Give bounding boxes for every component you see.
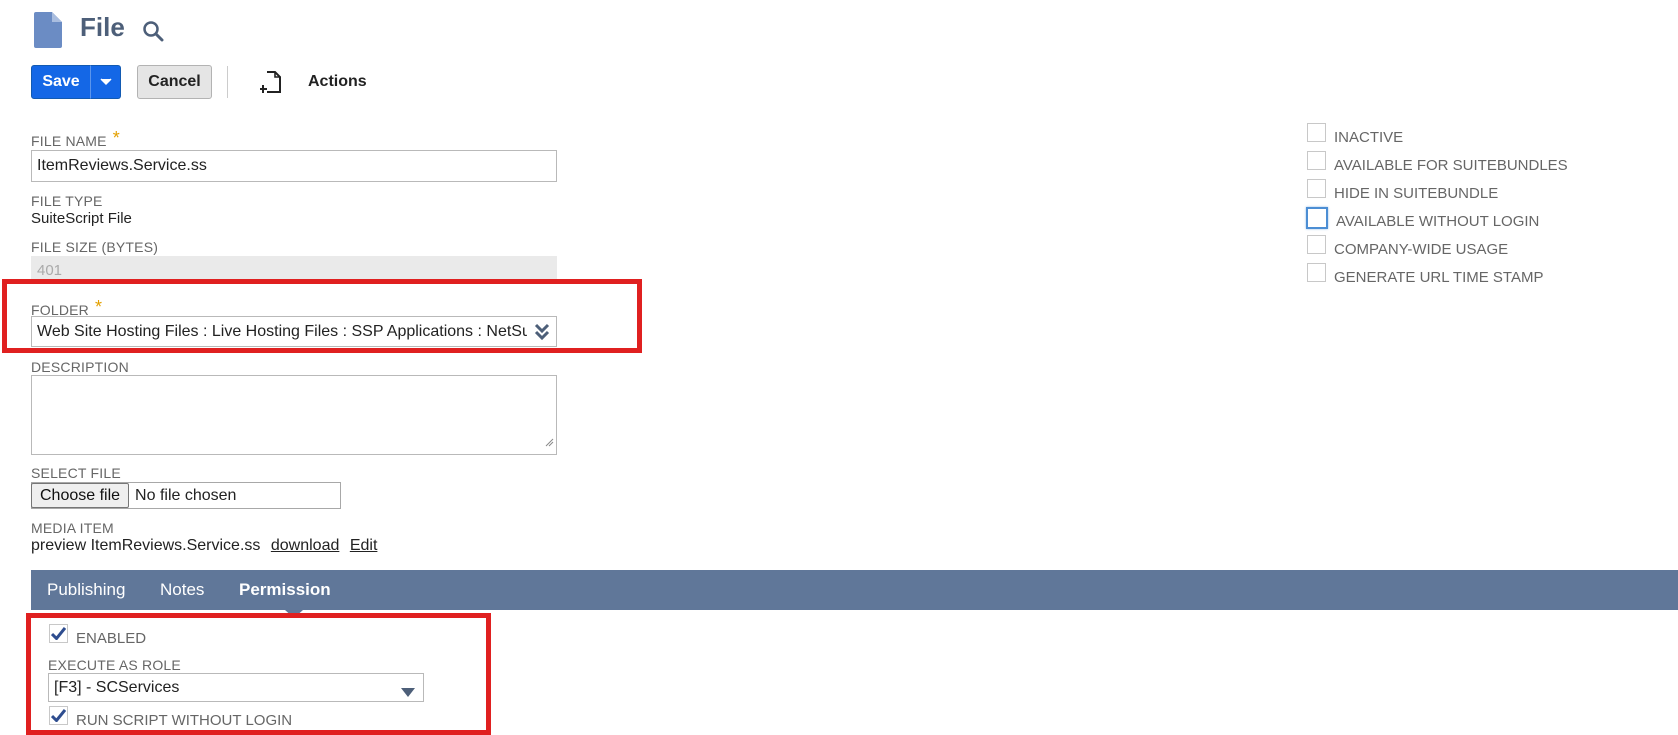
required-marker: * [95, 297, 103, 317]
search-icon[interactable] [142, 20, 164, 47]
checkbox-row-inactive[interactable]: INACTIVE [1307, 123, 1403, 146]
checkbox-row-url-timestamp[interactable]: GENERATE URL TIME STAMP [1307, 263, 1543, 286]
checkbox-label: GENERATE URL TIME STAMP [1334, 269, 1544, 286]
company-wide-usage-checkbox[interactable] [1307, 235, 1326, 254]
run-without-login-row[interactable]: RUN SCRIPT WITHOUT LOGIN [49, 706, 292, 729]
file-upload-status: No file chosen [135, 486, 237, 504]
select-file-label: SELECT FILE [31, 465, 121, 481]
checkbox-row-hide-in-suitebundle[interactable]: HIDE IN SUITEBUNDLE [1307, 179, 1498, 202]
checkbox-label: AVAILABLE WITHOUT LOGIN [1336, 213, 1540, 230]
folder-select-value: Web Site Hosting Files : Live Hosting Fi… [37, 322, 527, 340]
available-for-suitebundles-checkbox[interactable] [1307, 151, 1326, 170]
media-item-row: preview ItemReviews.Service.ss download … [31, 537, 377, 555]
save-options-dropdown[interactable] [90, 65, 121, 99]
page-title: File [80, 12, 125, 42]
resize-grip-icon[interactable] [545, 434, 554, 452]
save-button[interactable]: Save [31, 65, 91, 99]
double-chevron-down-icon[interactable] [534, 323, 550, 346]
checkbox-label: INACTIVE [1334, 129, 1404, 146]
file-name-input[interactable]: ItemReviews.Service.ss [31, 150, 557, 182]
checkmark-icon [51, 627, 66, 640]
toolbar-divider [227, 66, 228, 98]
checkbox-row-company-wide[interactable]: COMPANY-WIDE USAGE [1307, 235, 1508, 258]
enabled-row[interactable]: ENABLED [49, 624, 146, 647]
generate-url-time-stamp-checkbox[interactable] [1307, 263, 1326, 282]
checkmark-icon [51, 709, 66, 722]
required-marker: * [112, 128, 120, 148]
folder-select[interactable]: Web Site Hosting Files : Live Hosting Fi… [31, 316, 557, 347]
description-textarea[interactable] [31, 375, 557, 455]
file-name-label-text: FILE NAME [31, 133, 107, 149]
execute-as-role-select[interactable]: [F3] - SCServices [48, 673, 424, 702]
tab-notes[interactable]: Notes [160, 580, 204, 600]
edit-link[interactable]: Edit [350, 537, 378, 554]
cancel-button[interactable]: Cancel [137, 65, 212, 99]
checkbox-label: COMPANY-WIDE USAGE [1334, 241, 1509, 258]
file-icon [34, 12, 62, 53]
run-script-without-login-checkbox[interactable] [49, 706, 68, 725]
execute-as-role-label: EXECUTE AS ROLE [48, 657, 181, 673]
available-without-login-checkbox[interactable] [1306, 207, 1328, 229]
inactive-checkbox[interactable] [1307, 123, 1326, 142]
file-size-label: FILE SIZE (BYTES) [31, 239, 159, 255]
file-name-label: FILE NAME * [31, 128, 120, 151]
checkbox-label: HIDE IN SUITEBUNDLE [1334, 185, 1499, 202]
execute-as-role-value: [F3] - SCServices [54, 678, 180, 696]
checkbox-row-suitebundles[interactable]: AVAILABLE FOR SUITEBUNDLES [1307, 151, 1568, 174]
tab-permission[interactable]: Permission [239, 580, 331, 600]
file-upload-field[interactable]: Choose file No file chosen [31, 482, 341, 509]
file-type-value: SuiteScript File [31, 210, 132, 227]
hide-in-suitebundle-checkbox[interactable] [1307, 179, 1326, 198]
download-link[interactable]: download [271, 537, 340, 554]
checkbox-row-without-login[interactable]: AVAILABLE WITHOUT LOGIN [1306, 207, 1540, 230]
actions-menu[interactable]: Actions [308, 73, 367, 91]
enabled-label: ENABLED [76, 630, 147, 647]
caret-down-icon[interactable] [401, 684, 415, 701]
file-type-label: FILE TYPE [31, 193, 103, 209]
choose-file-button[interactable]: Choose file [31, 483, 130, 508]
add-page-icon[interactable] [259, 70, 282, 99]
checkbox-label: AVAILABLE FOR SUITEBUNDLES [1334, 157, 1568, 174]
tab-publishing[interactable]: Publishing [47, 580, 125, 600]
caret-down-icon [99, 78, 112, 86]
enabled-checkbox[interactable] [49, 624, 68, 643]
file-options-checkboxes: INACTIVE AVAILABLE FOR SUITEBUNDLES HIDE… [1306, 123, 1667, 293]
description-label: DESCRIPTION [31, 359, 129, 375]
run-without-login-label: RUN SCRIPT WITHOUT LOGIN [76, 712, 293, 729]
media-item-label: MEDIA ITEM [31, 520, 114, 536]
subtab-bar: Publishing Notes Permission [31, 570, 1678, 618]
media-preview-link[interactable]: preview ItemReviews.Service.ss [31, 537, 260, 554]
